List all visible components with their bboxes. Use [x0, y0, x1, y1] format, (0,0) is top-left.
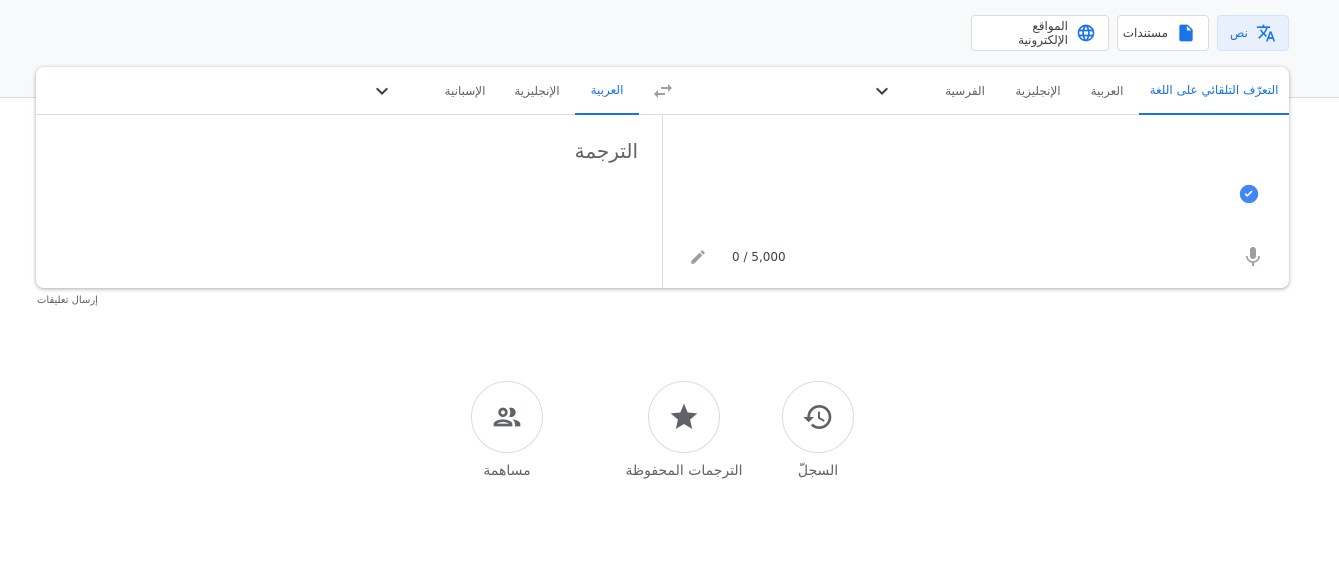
star-icon — [670, 403, 698, 429]
tab-target-english[interactable]: الإنجليزية — [504, 67, 570, 115]
history-label: السجلّ — [797, 463, 839, 479]
tab-detect-language[interactable]: التعرّف التلقائي على اللغة — [1139, 67, 1289, 115]
text-mode-button[interactable]: نص — [1217, 15, 1289, 51]
send-feedback-link[interactable]: إرسال تعليقات — [37, 295, 98, 306]
documents-mode-button[interactable]: مستندات — [1117, 15, 1209, 51]
tab-label: العربية — [1090, 84, 1124, 98]
tab-label: التعرّف التلقائي على اللغة — [1149, 83, 1279, 97]
translate-icon — [1256, 23, 1276, 43]
check-circle-icon — [1239, 184, 1259, 204]
translation-card: التعرّف التلقائي على اللغة العربية الإنج… — [36, 67, 1289, 288]
people-icon — [493, 407, 521, 427]
swap-languages-icon[interactable] — [651, 79, 675, 103]
contribute-button[interactable]: مساهمة — [471, 381, 543, 479]
websites-mode-label: المواقع الإلكترونية — [1018, 19, 1068, 47]
pane-divider — [662, 115, 663, 288]
tab-label: الإنجليزية — [514, 84, 560, 98]
tab-label: الإسبانية — [444, 84, 486, 98]
text-mode-label: نص — [1229, 26, 1248, 40]
saved-circle — [648, 381, 720, 453]
globe-icon — [1076, 23, 1096, 43]
target-languages-chevron-down-icon[interactable] — [370, 79, 394, 103]
language-bar: التعرّف التلقائي على اللغة العربية الإنج… — [36, 67, 1289, 115]
tab-label: الإنجليزية — [1015, 84, 1061, 98]
tab-source-persian[interactable]: الفرسية — [934, 67, 996, 115]
tab-label: الفرسية — [945, 84, 985, 98]
tab-source-arabic[interactable]: العربية — [1076, 67, 1138, 115]
history-icon — [803, 405, 832, 429]
contribute-label: مساهمة — [483, 463, 531, 479]
microphone-icon[interactable] — [1241, 245, 1265, 269]
saved-translations-button[interactable]: الترجمات المحفوظة — [604, 381, 764, 479]
document-icon — [1176, 23, 1196, 43]
history-circle — [782, 381, 854, 453]
tab-source-english[interactable]: الإنجليزية — [1002, 67, 1074, 115]
tab-target-spanish[interactable]: الإسبانية — [434, 67, 496, 115]
websites-mode-button[interactable]: المواقع الإلكترونية — [971, 15, 1109, 51]
saved-translations-label: الترجمات المحفوظة — [625, 463, 743, 479]
pencil-icon[interactable] — [689, 248, 707, 266]
source-languages-chevron-down-icon[interactable] — [870, 79, 894, 103]
documents-mode-label: مستندات — [1122, 26, 1168, 40]
contribute-circle — [471, 381, 543, 453]
tab-label: العربية — [590, 83, 624, 97]
character-counter: 0 / 5,000 — [732, 250, 786, 264]
history-button[interactable]: السجلّ — [782, 381, 854, 479]
tab-target-arabic[interactable]: العربية — [575, 67, 639, 115]
translation-output: الترجمة — [574, 139, 638, 163]
